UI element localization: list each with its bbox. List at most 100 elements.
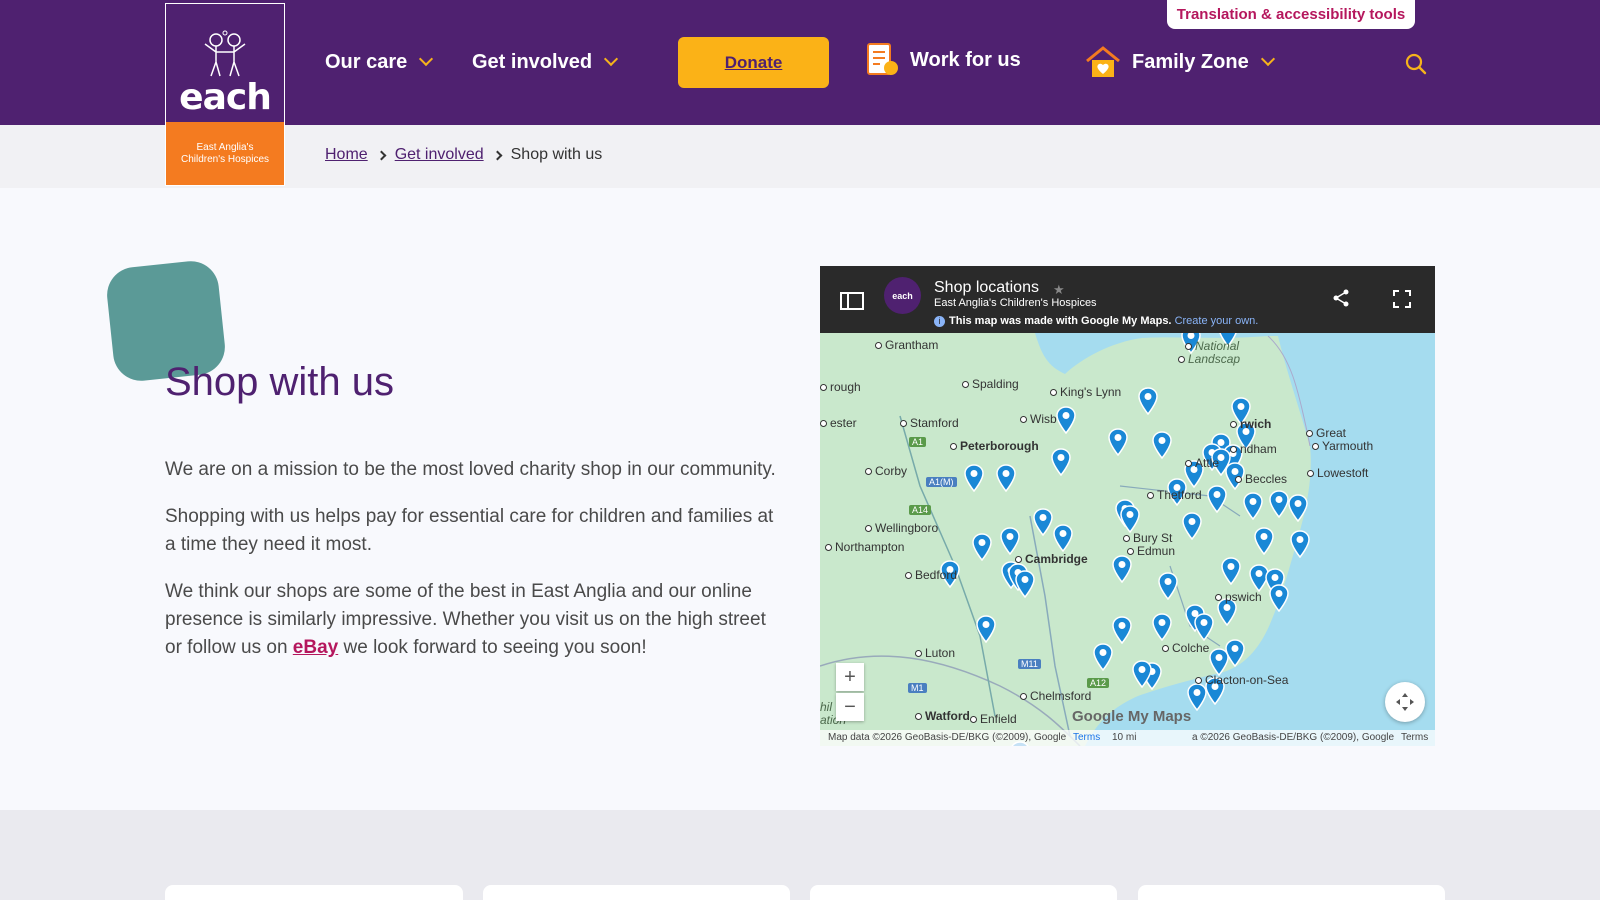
map-label-great: Great: [1306, 426, 1346, 440]
shop-marker-pin[interactable]: [1221, 557, 1241, 585]
shop-marker-pin[interactable]: [1051, 448, 1071, 476]
nav-family-zone-label: Family Zone: [1132, 50, 1249, 73]
chevron-down-icon: [603, 51, 619, 67]
shop-marker-pin[interactable]: [1152, 613, 1172, 641]
shop-marker-pin[interactable]: [1093, 643, 1113, 671]
zoom-out-button[interactable]: −: [836, 693, 864, 721]
shop-marker-pin[interactable]: [1194, 613, 1214, 641]
shop-marker-pin[interactable]: [976, 615, 996, 643]
share-icon[interactable]: [1332, 289, 1350, 307]
chevron-right-icon: [376, 150, 387, 160]
content-card[interactable]: [165, 885, 463, 900]
road-m11: M11: [1018, 659, 1041, 669]
shop-marker-pin[interactable]: [1112, 616, 1132, 644]
each-logo[interactable]: each East Anglia's Children's Hospices: [165, 3, 285, 186]
map-label-national: National: [1185, 339, 1239, 353]
map-label-wellingborough: Wellingboro: [865, 521, 938, 535]
shop-marker-pin[interactable]: [964, 464, 984, 492]
map-terms-link[interactable]: Terms: [1073, 732, 1100, 743]
map-label-cambridge: Cambridge: [1015, 552, 1088, 566]
shop-locations-map[interactable]: Grantham National Landscap Spalding King…: [820, 266, 1435, 746]
info-icon: i: [934, 316, 945, 327]
map-label-lowestoft: Lowestoft: [1307, 466, 1368, 480]
breadcrumb-get-involved-link[interactable]: Get involved: [395, 146, 484, 164]
star-icon[interactable]: ★: [1053, 282, 1065, 298]
shop-marker-pin[interactable]: [1120, 505, 1140, 533]
map-label-colchester: Colche: [1162, 641, 1209, 655]
map-label-beccles: Beccles: [1235, 472, 1287, 486]
map-label-bedford: Bedford: [905, 568, 957, 582]
shop-marker-pin[interactable]: [1254, 527, 1274, 555]
shop-marker-pin[interactable]: [1056, 406, 1076, 434]
shop-marker-pin[interactable]: [1225, 639, 1245, 667]
fullscreen-icon[interactable]: [1393, 290, 1411, 308]
zoom-in-button[interactable]: +: [836, 663, 864, 691]
road-a14: A14: [909, 505, 932, 515]
map-title[interactable]: Shop locations: [934, 279, 1039, 297]
shop-marker-pin[interactable]: [972, 533, 992, 561]
map-label-norwich: rwich: [1230, 417, 1271, 431]
shop-marker-pin[interactable]: [1269, 584, 1289, 612]
shop-marker-pin[interactable]: [1000, 527, 1020, 555]
shop-marker-pin[interactable]: [1158, 572, 1178, 600]
map-label-wisbech: Wisb: [1020, 412, 1057, 426]
create-your-own-link[interactable]: Create your own.: [1175, 315, 1259, 327]
map-label-bury: Bury St: [1123, 531, 1172, 545]
map-footer: Map data ©2026 GeoBasis-DE/BKG (©2009), …: [820, 730, 1435, 746]
shop-marker-pin[interactable]: [1243, 492, 1263, 520]
shop-marker-pin[interactable]: [1269, 490, 1289, 518]
online-paragraph-end: we look forward to seeing you soon!: [338, 637, 647, 658]
map-owner: East Anglia's Children's Hospices: [934, 297, 1097, 309]
shop-marker-pin[interactable]: [1132, 660, 1152, 688]
map-label-thetford: Thetford: [1147, 488, 1202, 502]
shop-marker-pin[interactable]: [1053, 524, 1073, 552]
shop-marker-pin[interactable]: [1290, 530, 1310, 558]
map-label-edmunds: Edmun: [1127, 544, 1175, 558]
map-label-attleborough: Attle: [1185, 456, 1219, 470]
ebay-link[interactable]: eBay: [293, 637, 338, 658]
recenter-button[interactable]: [1385, 682, 1425, 722]
shop-marker-pin[interactable]: [1207, 485, 1227, 513]
shopping-paragraph: Shopping with us helps pay for essential…: [165, 506, 774, 555]
nav-our-care[interactable]: Our care: [325, 47, 434, 77]
legend-toggle-icon[interactable]: [840, 292, 864, 310]
search-icon[interactable]: [1404, 52, 1428, 76]
map-label-landscape: Landscap: [1178, 352, 1240, 366]
map-label-chiltern-1: hil: [820, 700, 833, 714]
shop-marker-pin[interactable]: [1138, 387, 1158, 415]
nav-family-zone[interactable]: Family Zone: [1084, 46, 1275, 77]
content-card[interactable]: [483, 885, 790, 900]
nav-our-care-label: Our care: [325, 50, 408, 73]
map-label-borough: rough: [820, 380, 861, 394]
shop-marker-pin[interactable]: [1112, 555, 1132, 583]
logo-tagline: East Anglia's Children's Hospices: [166, 122, 284, 185]
shop-marker-pin[interactable]: [1152, 431, 1172, 459]
map-note-text: This map was made with Google My Maps.: [949, 315, 1172, 327]
shop-marker-pin[interactable]: [1033, 508, 1053, 536]
content-card[interactable]: [810, 885, 1117, 900]
nav-work-for-us[interactable]: Work for us: [866, 43, 1021, 75]
map-scale: 10 mi: [1112, 732, 1137, 743]
nav-work-for-us-label: Work for us: [910, 48, 1021, 71]
map-label-corby: Corby: [865, 464, 907, 478]
map-label-wymondham: ndham: [1230, 442, 1277, 456]
shop-marker-pin[interactable]: [1108, 428, 1128, 456]
map-label-yarmouth: Yarmouth: [1312, 439, 1373, 453]
nav-get-involved[interactable]: Get involved: [472, 47, 619, 77]
shop-marker-pin[interactable]: [1182, 512, 1202, 540]
map-terms-link-2[interactable]: Terms: [1401, 732, 1428, 743]
breadcrumb: Home Get involved Shop with us: [325, 146, 602, 164]
accessibility-tools-button[interactable]: Translation & accessibility tools: [1167, 0, 1415, 29]
donate-button[interactable]: Donate: [678, 37, 829, 88]
shop-marker-pin[interactable]: [1288, 494, 1308, 522]
map-header: each Shop locations ★ East Anglia's Chil…: [820, 266, 1435, 333]
map-owner-avatar: each: [884, 277, 921, 314]
shop-marker-pin[interactable]: [1015, 570, 1035, 598]
map-label-ipswich: pswich: [1215, 590, 1262, 604]
map-label-chelmsford: Chelmsford: [1020, 689, 1091, 703]
map-label-kings-lynn: King's Lynn: [1050, 385, 1121, 399]
shop-marker-pin[interactable]: [1187, 683, 1207, 711]
breadcrumb-home-link[interactable]: Home: [325, 146, 368, 164]
content-card[interactable]: [1138, 885, 1445, 900]
shop-marker-pin[interactable]: [996, 464, 1016, 492]
